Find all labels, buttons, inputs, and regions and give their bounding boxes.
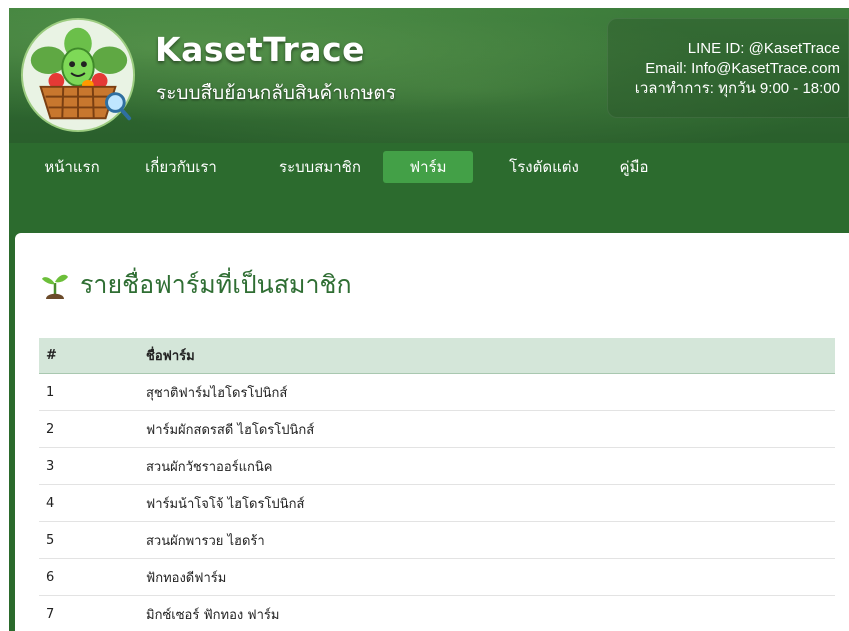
table-row[interactable]: 4 ฟาร์มน้าโจโจ้ ไฮโดรโปนิกส์ — [39, 484, 835, 522]
table-row[interactable]: 6 ฟักทองดีฟาร์ม — [39, 558, 835, 596]
farm-name[interactable]: ฟาร์มผักสดรสดี ไฮโดรโปนิกส์ — [146, 410, 835, 448]
row-number: 4 — [39, 484, 146, 522]
row-number: 2 — [39, 410, 146, 448]
table-row[interactable]: 7 มิกซ์เซอร์ ฟักทอง ฟาร์ม — [39, 595, 835, 631]
farm-name[interactable]: ฟาร์มน้าโจโจ้ ไฮโดรโปนิกส์ — [146, 484, 835, 522]
contact-hours: เวลาทำการ: ทุกวัน 9:00 - 18:00 — [634, 80, 840, 97]
table-header-row: # ชื่อฟาร์ม — [39, 338, 835, 374]
column-header-farm-name: ชื่อฟาร์ม — [146, 338, 835, 374]
page-title-text: รายชื่อฟาร์มที่เป็นสมาชิก — [80, 270, 352, 299]
nav-band — [9, 187, 849, 235]
brand-title[interactable]: KasetTrace — [155, 30, 365, 69]
browser-viewport: KasetTrace ระบบสืบย้อนกลับสินค้าเกษตร LI… — [9, 8, 849, 631]
farm-table: # ชื่อฟาร์ม 1 สุชาติฟาร์มไฮโดรโปนิกส์ 2 … — [39, 338, 835, 631]
contact-email: Email: Info@KasetTrace.com — [645, 60, 840, 77]
row-number: 5 — [39, 521, 146, 559]
table-row[interactable]: 5 สวนผักพารวย ไฮดร้า — [39, 521, 835, 559]
table-row[interactable]: 3 สวนผักวัชราออร์แกนิค — [39, 447, 835, 485]
nav-item-about[interactable]: เกี่ยวกับเรา — [131, 151, 231, 183]
farm-name[interactable]: ฟักทองดีฟาร์ม — [146, 558, 835, 596]
sprout-icon — [42, 274, 68, 299]
page-title: รายชื่อฟาร์มที่เป็นสมาชิก — [40, 265, 352, 305]
farm-name[interactable]: สวนผักพารวย ไฮดร้า — [146, 521, 835, 559]
brand-subtitle: ระบบสืบย้อนกลับสินค้าเกษตร — [156, 82, 396, 104]
main-nav: หน้าแรก เกี่ยวกับเรา ระบบสมาชิก ฟาร์ม โร… — [9, 143, 849, 187]
contact-line-id: LINE ID: @KasetTrace — [687, 40, 840, 57]
nav-item-manual[interactable]: คู่มือ — [609, 151, 659, 183]
table-row[interactable]: 1 สุชาติฟาร์มไฮโดรโปนิกส์ — [39, 373, 835, 411]
row-number: 6 — [39, 558, 146, 596]
farm-name[interactable]: มิกซ์เซอร์ ฟักทอง ฟาร์ม — [146, 595, 835, 631]
nav-item-farm[interactable]: ฟาร์ม — [383, 151, 473, 183]
row-number: 3 — [39, 447, 146, 485]
row-number: 1 — [39, 373, 146, 411]
table-row[interactable]: 2 ฟาร์มผักสดรสดี ไฮโดรโปนิกส์ — [39, 410, 835, 448]
contact-box: LINE ID: @KasetTrace Email: Info@KasetTr… — [607, 18, 849, 118]
farm-name[interactable]: สุชาติฟาร์มไฮโดรโปนิกส์ — [146, 373, 835, 411]
nav-item-home[interactable]: หน้าแรก — [27, 151, 117, 183]
content-card: รายชื่อฟาร์มที่เป็นสมาชิก # ชื่อฟาร์ม 1 … — [15, 233, 849, 631]
row-number: 7 — [39, 595, 146, 631]
site-header: KasetTrace ระบบสืบย้อนกลับสินค้าเกษตร LI… — [9, 8, 849, 143]
column-header-number: # — [39, 338, 146, 374]
farm-name[interactable]: สวนผักวัชราออร์แกนิค — [146, 447, 835, 485]
nav-item-membership[interactable]: ระบบสมาชิก — [263, 151, 377, 183]
nav-item-packing-house[interactable]: โรงตัดแต่ง — [489, 151, 599, 183]
kasettrace-logo[interactable] — [19, 16, 137, 134]
